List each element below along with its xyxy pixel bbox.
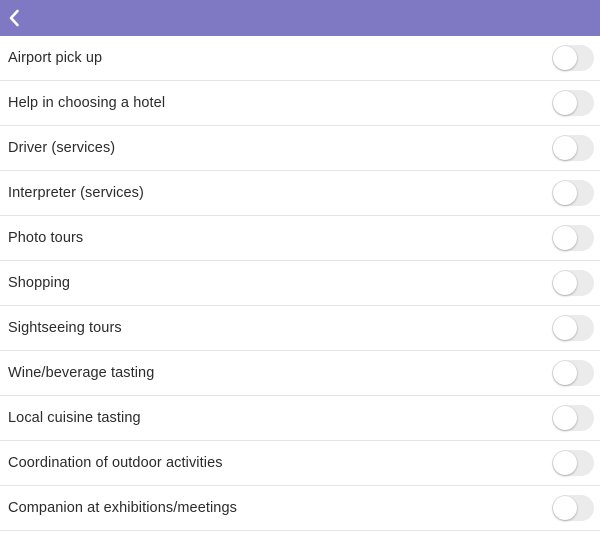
- service-label: Sightseeing tours: [8, 320, 122, 336]
- top-app-bar: [0, 0, 600, 36]
- service-toggle[interactable]: [552, 180, 594, 206]
- toggle-knob: [553, 496, 577, 520]
- list-item: Companion at exhibitions/meetings: [0, 486, 600, 531]
- service-label: Photo tours: [8, 230, 84, 246]
- back-button[interactable]: [2, 3, 26, 33]
- service-toggle[interactable]: [552, 495, 594, 521]
- services-screen: Airport pick up Help in choosing a hotel…: [0, 0, 600, 535]
- service-label: Interpreter (services): [8, 185, 144, 201]
- service-toggle[interactable]: [552, 45, 594, 71]
- toggle-knob: [553, 46, 577, 70]
- list-item: Shopping: [0, 261, 600, 306]
- toggle-knob: [553, 451, 577, 475]
- toggle-knob: [553, 316, 577, 340]
- list-item: Wine/beverage tasting: [0, 351, 600, 396]
- service-label: Local cuisine tasting: [8, 410, 141, 426]
- list-item: Airport pick up: [0, 36, 600, 81]
- service-toggle[interactable]: [552, 270, 594, 296]
- service-toggle[interactable]: [552, 90, 594, 116]
- chevron-left-icon: [9, 9, 19, 27]
- toggle-knob: [553, 226, 577, 250]
- service-toggle[interactable]: [552, 360, 594, 386]
- toggle-knob: [553, 361, 577, 385]
- service-label: Shopping: [8, 275, 71, 291]
- service-label: Coordination of outdoor activities: [8, 455, 223, 471]
- services-list: Airport pick up Help in choosing a hotel…: [0, 36, 600, 531]
- list-item: Sightseeing tours: [0, 306, 600, 351]
- service-label: Companion at exhibitions/meetings: [8, 500, 237, 516]
- toggle-knob: [553, 136, 577, 160]
- list-item: Coordination of outdoor activities: [0, 441, 600, 486]
- toggle-knob: [553, 91, 577, 115]
- service-label: Airport pick up: [8, 50, 103, 66]
- service-toggle[interactable]: [552, 225, 594, 251]
- service-toggle[interactable]: [552, 450, 594, 476]
- list-item: Photo tours: [0, 216, 600, 261]
- service-toggle[interactable]: [552, 405, 594, 431]
- list-item: Help in choosing a hotel: [0, 81, 600, 126]
- list-item: Local cuisine tasting: [0, 396, 600, 441]
- toggle-knob: [553, 271, 577, 295]
- list-item: Driver (services): [0, 126, 600, 171]
- service-label: Help in choosing a hotel: [8, 95, 166, 111]
- service-label: Wine/beverage tasting: [8, 365, 155, 381]
- service-toggle[interactable]: [552, 315, 594, 341]
- toggle-knob: [553, 181, 577, 205]
- toggle-knob: [553, 406, 577, 430]
- service-toggle[interactable]: [552, 135, 594, 161]
- service-label: Driver (services): [8, 140, 116, 156]
- list-item: Interpreter (services): [0, 171, 600, 216]
